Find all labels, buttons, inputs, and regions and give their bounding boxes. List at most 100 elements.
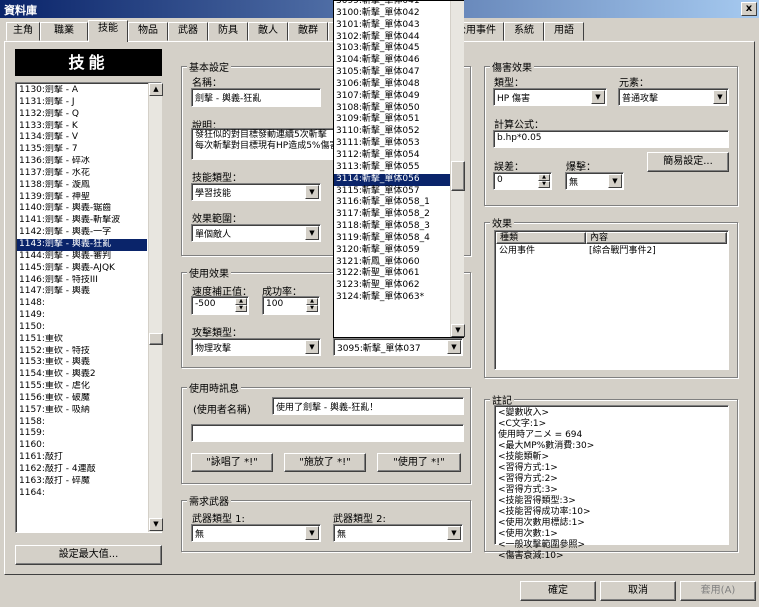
dropdown-item[interactable]: 3116:斬擊_單体058_1 (334, 197, 450, 209)
tab-3[interactable]: 物品 (128, 22, 168, 41)
chevron-down-icon[interactable]: ▼ (713, 90, 727, 104)
list-item[interactable]: 1138:劍擊 - 漩鳳 (17, 180, 147, 192)
list-item[interactable]: 1153:重砍 - 輿義 (17, 357, 147, 369)
list-item[interactable]: 1149: (17, 310, 147, 322)
dropdown-item[interactable]: 3105:斬擊_單体047 (334, 67, 450, 79)
list-item[interactable]: 1159: (17, 428, 147, 440)
list-item[interactable]: 1162:敲打 - 4連敲 (17, 464, 147, 476)
speed-input[interactable]: -500 ▲ ▼ (191, 296, 249, 315)
skill-type-select[interactable]: 學習技能 ▼ (191, 183, 321, 201)
chevron-down-icon[interactable]: ▼ (305, 185, 319, 199)
list-item[interactable]: 1134:劍擊 - V (17, 132, 147, 144)
list-item[interactable]: 1133:劍擊 - K (17, 121, 147, 133)
variance-input[interactable]: 0 ▲ ▼ (493, 172, 552, 190)
dropdown-item[interactable]: 3110:斬擊_單体052 (334, 126, 450, 138)
list-item[interactable]: 1160: (17, 440, 147, 452)
list-item[interactable]: 1157:重砍 - 吸納 (17, 405, 147, 417)
dropdown-item[interactable]: 3106:斬擊_單体048 (334, 79, 450, 91)
scroll-thumb[interactable] (149, 333, 163, 345)
dropdown-item[interactable]: 3112:斬擊_單体054 (334, 150, 450, 162)
name-input[interactable]: 劍擊 - 輿義-狂亂 (191, 88, 321, 107)
dropdown-item[interactable]: 3122:斬聖_單体061 (334, 268, 450, 280)
spin-up-icon[interactable]: ▲ (235, 298, 247, 305)
scroll-up-icon[interactable]: ▲ (149, 83, 163, 96)
list-item[interactable]: 1141:劍擊 - 輿義-斬擊波 (17, 215, 147, 227)
critical-select[interactable]: 無 ▼ (565, 172, 624, 190)
list-item[interactable]: 1150: (17, 322, 147, 334)
list-item[interactable]: 1154:重砍 - 輿義2 (17, 369, 147, 381)
chevron-down-icon[interactable]: ▼ (305, 340, 319, 354)
dropdown-item[interactable]: 3108:斬擊_單体050 (334, 103, 450, 115)
dropdown-item[interactable]: 3100:斬擊_單体042 (334, 8, 450, 20)
list-item[interactable]: 1163:敲打 - 碎魔 (17, 476, 147, 488)
dropdown-item[interactable]: 3107:斬擊_單体049 (334, 91, 450, 103)
spin-down-icon[interactable]: ▼ (235, 305, 247, 312)
dropdown-scroll-thumb[interactable] (451, 161, 465, 191)
tab-4[interactable]: 武器 (168, 22, 208, 41)
dropdown-item[interactable]: 3111:斬擊_單体053 (334, 138, 450, 150)
dropdown-item[interactable]: 3113:斬擊_單体055 (334, 162, 450, 174)
animation-select[interactable]: 3095:斬擊_單体037 ▼ (333, 338, 463, 356)
spin-down-icon[interactable]: ▼ (306, 305, 318, 312)
damage-type-select[interactable]: HP 傷害 ▼ (493, 88, 607, 106)
col-type-header[interactable]: 種類 (496, 232, 586, 244)
set-max-button[interactable]: 設定最大值... (15, 545, 162, 565)
formula-input[interactable]: b.hp*0.05 (493, 130, 729, 148)
message-line-1-input[interactable]: 使用了劍擊 - 輿義-狂亂！ (272, 397, 464, 415)
tab-0[interactable]: 主角 (6, 22, 40, 41)
list-item[interactable]: 1155:重砍 - 虐化 (17, 381, 147, 393)
tab-2[interactable]: 技能 (88, 20, 128, 42)
success-input[interactable]: 100 ▲ ▼ (262, 296, 320, 315)
tab-1[interactable]: 職業 (40, 22, 88, 41)
list-item[interactable]: 1132:劍擊 - Q (17, 109, 147, 121)
tab-5[interactable]: 防具 (208, 22, 248, 41)
dropdown-item[interactable]: 3120:斬擊_單体059 (334, 245, 450, 257)
scope-select[interactable]: 單個敵人 ▼ (191, 224, 321, 242)
list-item[interactable]: 1164: (17, 488, 147, 500)
dropdown-item[interactable]: 3123:斬聖_單体062 (334, 280, 450, 292)
dropdown-item[interactable]: 3115:斬擊_單体057 (334, 186, 450, 198)
list-item[interactable]: 1161:敲打 (17, 452, 147, 464)
attack-type-select[interactable]: 物理攻擊 ▼ (191, 338, 321, 356)
simple-setup-button[interactable]: 簡易設定... (647, 152, 729, 172)
dropdown-item[interactable]: 3118:斬擊_單体058_3 (334, 221, 450, 233)
dropdown-item[interactable]: 3117:斬擊_單体058_2 (334, 209, 450, 221)
weapon-type-1-select[interactable]: 無 ▼ (191, 524, 321, 542)
dropdown-item[interactable]: 3102:斬擊_單体044 (334, 32, 450, 44)
list-item[interactable]: 1147:劍擊 - 輿義 (17, 286, 147, 298)
list-item[interactable]: 1131:劍擊 - J (17, 97, 147, 109)
table-row[interactable]: 公用事件 [綜合戰鬥事件2] (496, 245, 727, 257)
dropdown-scrollbar[interactable]: ▼ (450, 1, 465, 337)
skill-list[interactable]: 1130:劍擊 - A 1131:劍擊 - J 1132:劍擊 - Q 1133:劍擊… (15, 82, 163, 533)
list-item[interactable]: 1151:重砍 (17, 334, 147, 346)
tab-12[interactable]: 系統 (504, 22, 544, 41)
dropdown-item[interactable]: 3099:斬擊_單体041 (334, 0, 450, 8)
dropdown-item[interactable]: 3121:斬鳳_單体060 (334, 257, 450, 269)
list-item[interactable]: 1146:劍擊 - 特技III (17, 275, 147, 287)
element-select[interactable]: 普通攻擊 ▼ (618, 88, 729, 106)
cast-message-button[interactable]: "詠唱了 *!" (191, 453, 273, 472)
notes-textarea[interactable]: <變數收入> <C文字:1> 使用時アニメ = 694 <最大MP%數消費:30> <技… (494, 405, 729, 561)
list-item[interactable]: 1140:劍擊 - 輿義-鋸齒 (17, 203, 147, 215)
use-message-button[interactable]: "使用了 *!" (377, 453, 461, 472)
dropdown-item[interactable]: 3124:斬擊_單体063* (334, 292, 450, 304)
chevron-down-icon[interactable]: ▼ (591, 90, 605, 104)
list-item[interactable]: 1142:劍擊 - 輿義-一字 (17, 227, 147, 239)
chevron-down-icon[interactable]: ▼ (305, 226, 319, 240)
tab-13[interactable]: 用語 (544, 22, 584, 41)
description-input[interactable]: 發狂似的對目標發動連續5次斬擊 每次斬擊對目標現有HP造成5%傷害 (191, 128, 335, 160)
list-item[interactable]: 1145:劍擊 - 輿義-AJQK (17, 263, 147, 275)
message-line-2-input[interactable] (191, 424, 464, 442)
list-item[interactable]: 1143:劍擊 - 輿義-狂亂 (17, 238, 147, 251)
scroll-down-icon[interactable]: ▼ (451, 324, 465, 337)
list-item[interactable]: 1136:劍擊 - 碎冰 (17, 156, 147, 168)
list-item[interactable]: 1139:劍擊 - 神聖 (17, 192, 147, 204)
spin-up-icon[interactable]: ▲ (538, 174, 550, 181)
dropdown-item[interactable]: 3114:斬擊_單体056 (334, 173, 450, 186)
spin-down-icon[interactable]: ▼ (538, 181, 550, 188)
list-item[interactable]: 1135:劍擊 - 7 (17, 144, 147, 156)
chevron-down-icon[interactable]: ▼ (608, 174, 622, 188)
list-item[interactable]: 1148: (17, 298, 147, 310)
list-item[interactable]: 1152:重砍 - 特技 (17, 346, 147, 358)
ok-button[interactable]: 確定 (520, 581, 596, 601)
